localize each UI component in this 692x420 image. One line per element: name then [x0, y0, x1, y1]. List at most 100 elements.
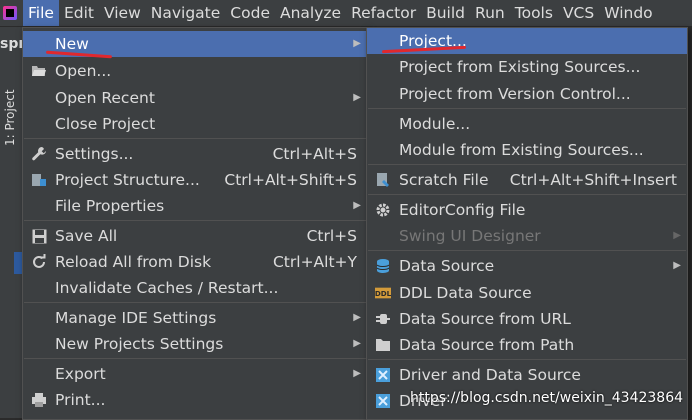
- menu-item-label: DDL Data Source: [399, 284, 532, 302]
- shortcut-label: Ctrl+Alt+S: [272, 145, 357, 163]
- printer-icon: [31, 392, 47, 408]
- database-icon: [375, 258, 391, 274]
- driver-icon: [375, 393, 391, 409]
- watermark: https://blog.csdn.net/weixin_43423864: [410, 390, 684, 406]
- submenu-arrow-icon: ▶: [353, 38, 361, 49]
- menu-item-file-properties[interactable]: File Properties ▶: [23, 193, 367, 219]
- intellij-logo-icon: [3, 6, 17, 20]
- menu-item-label: Project from Existing Sources...: [399, 58, 641, 76]
- menu-item-manage-ide-settings[interactable]: Manage IDE Settings ▶: [23, 305, 367, 331]
- menu-item-label: File Properties: [55, 197, 165, 215]
- menu-item-label: Open Recent: [55, 89, 155, 107]
- menu-view[interactable]: View: [99, 0, 146, 26]
- folder-icon: [375, 337, 391, 353]
- plug-icon: [375, 311, 391, 327]
- menu-item-scratch-file[interactable]: Scratch File Ctrl+Alt+Shift+Insert: [367, 167, 687, 193]
- submenu-arrow-icon: ▶: [353, 368, 361, 379]
- submenu-arrow-icon: ▶: [353, 92, 361, 103]
- menu-analyze[interactable]: Analyze: [275, 0, 346, 26]
- menu-item-label: Driver and Data Source: [399, 366, 581, 384]
- menu-window[interactable]: Windo: [599, 0, 657, 26]
- menu-separator: [24, 302, 366, 303]
- new-submenu: Project... Project from Existing Sources…: [366, 27, 688, 420]
- menu-item-save-all[interactable]: Save All Ctrl+S: [23, 223, 367, 249]
- menu-separator: [368, 250, 686, 251]
- menu-item-label: Module...: [399, 115, 471, 133]
- submenu-arrow-icon: ▶: [673, 230, 681, 241]
- menu-item-label: Export: [55, 365, 106, 383]
- menu-separator: [24, 358, 366, 359]
- menu-item-label: Invalidate Caches / Restart...: [55, 279, 279, 297]
- menu-item-print[interactable]: Print...: [23, 387, 367, 413]
- menu-item-settings[interactable]: Settings... Ctrl+Alt+S: [23, 141, 367, 167]
- menu-separator: [368, 108, 686, 109]
- menu-item-project-vcs[interactable]: Project from Version Control...: [367, 81, 687, 107]
- project-tool-tab[interactable]: 1: Project: [3, 76, 19, 146]
- menu-separator: [24, 220, 366, 221]
- menu-refactor[interactable]: Refactor: [346, 0, 421, 26]
- menu-item-open[interactable]: Open...: [23, 58, 367, 84]
- menu-item-invalidate-caches[interactable]: Invalidate Caches / Restart...: [23, 275, 367, 301]
- menu-item-label: Manage IDE Settings: [55, 309, 217, 327]
- menu-item-driver-and-data-source[interactable]: Driver and Data Source: [367, 362, 687, 388]
- menu-item-module[interactable]: Module...: [367, 111, 687, 137]
- menu-separator: [368, 359, 686, 360]
- menu-run[interactable]: Run: [470, 0, 510, 26]
- menu-item-label: New Projects Settings: [55, 335, 224, 353]
- menu-item-data-source-url[interactable]: Data Source from URL: [367, 306, 687, 332]
- menu-item-data-source-path[interactable]: Data Source from Path: [367, 332, 687, 358]
- menu-item-open-recent[interactable]: Open Recent ▶: [23, 85, 367, 111]
- menu-item-label: Reload All from Disk: [55, 253, 212, 271]
- menu-item-reload[interactable]: Reload All from Disk Ctrl+Alt+Y: [23, 249, 367, 275]
- shortcut-label: Ctrl+Alt+Shift+S: [224, 171, 357, 189]
- menu-item-ddl-data-source[interactable]: DDL DDL Data Source: [367, 280, 687, 306]
- menu-item-new-projects-settings[interactable]: New Projects Settings ▶: [23, 331, 367, 357]
- menu-item-label: Close Project: [55, 115, 156, 133]
- folder-open-icon: [31, 63, 47, 79]
- menu-code[interactable]: Code: [225, 0, 275, 26]
- menu-item-label: Swing UI Designer: [399, 227, 541, 245]
- menu-item-editorconfig[interactable]: EditorConfig File: [367, 197, 687, 223]
- tree-selection: [14, 252, 22, 274]
- menu-item-label: Project from Version Control...: [399, 85, 631, 103]
- menu-file[interactable]: File: [23, 0, 59, 26]
- shortcut-label: Ctrl+Alt+Shift+Insert: [509, 171, 677, 189]
- menu-item-label: Save All: [55, 227, 118, 245]
- menu-tools[interactable]: Tools: [510, 0, 558, 26]
- menu-item-data-source[interactable]: Data Source ▶: [367, 253, 687, 279]
- menu-item-swing-ui-designer[interactable]: Swing UI Designer ▶: [367, 223, 687, 249]
- menu-item-close-project[interactable]: Close Project: [23, 111, 367, 137]
- menu-item-label: Project Structure...: [55, 171, 200, 189]
- menu-edit[interactable]: Edit: [59, 0, 99, 26]
- menu-item-label: Data Source from URL: [399, 310, 571, 328]
- scratch-file-icon: [375, 172, 391, 188]
- shortcut-label: Ctrl+S: [306, 227, 357, 245]
- menu-item-label: Data Source: [399, 257, 495, 275]
- menu-item-label: EditorConfig File: [399, 201, 526, 219]
- menu-vcs[interactable]: VCS: [558, 0, 599, 26]
- menu-item-label: Module from Existing Sources...: [399, 141, 644, 159]
- menu-separator: [368, 164, 686, 165]
- menu-item-label: Open...: [55, 62, 112, 80]
- menu-build[interactable]: Build: [421, 0, 470, 26]
- menubar: File Edit View Navigate Code Analyze Ref…: [0, 0, 692, 27]
- gear-icon: [375, 202, 391, 218]
- menu-separator: [368, 194, 686, 195]
- menu-item-label: Settings...: [55, 145, 134, 163]
- shortcut-label: Ctrl+Alt+Y: [272, 253, 357, 271]
- menu-navigate[interactable]: Navigate: [146, 0, 226, 26]
- menu-item-label: Scratch File: [399, 171, 489, 189]
- submenu-arrow-icon: ▶: [673, 260, 681, 271]
- save-icon: [31, 228, 47, 244]
- submenu-arrow-icon: ▶: [353, 200, 361, 211]
- menu-item-label: Data Source from Path: [399, 336, 575, 354]
- menu-item-project-existing[interactable]: Project from Existing Sources...: [367, 54, 687, 80]
- project-structure-icon: [31, 172, 47, 188]
- submenu-arrow-icon: ▶: [353, 312, 361, 323]
- reload-icon: [31, 254, 47, 270]
- menu-item-label: Print...: [55, 391, 106, 409]
- menu-item-module-existing[interactable]: Module from Existing Sources...: [367, 137, 687, 163]
- menu-item-export[interactable]: Export ▶: [23, 361, 367, 387]
- driver-icon: [375, 367, 391, 383]
- menu-item-project-structure[interactable]: Project Structure... Ctrl+Alt+Shift+S: [23, 167, 367, 193]
